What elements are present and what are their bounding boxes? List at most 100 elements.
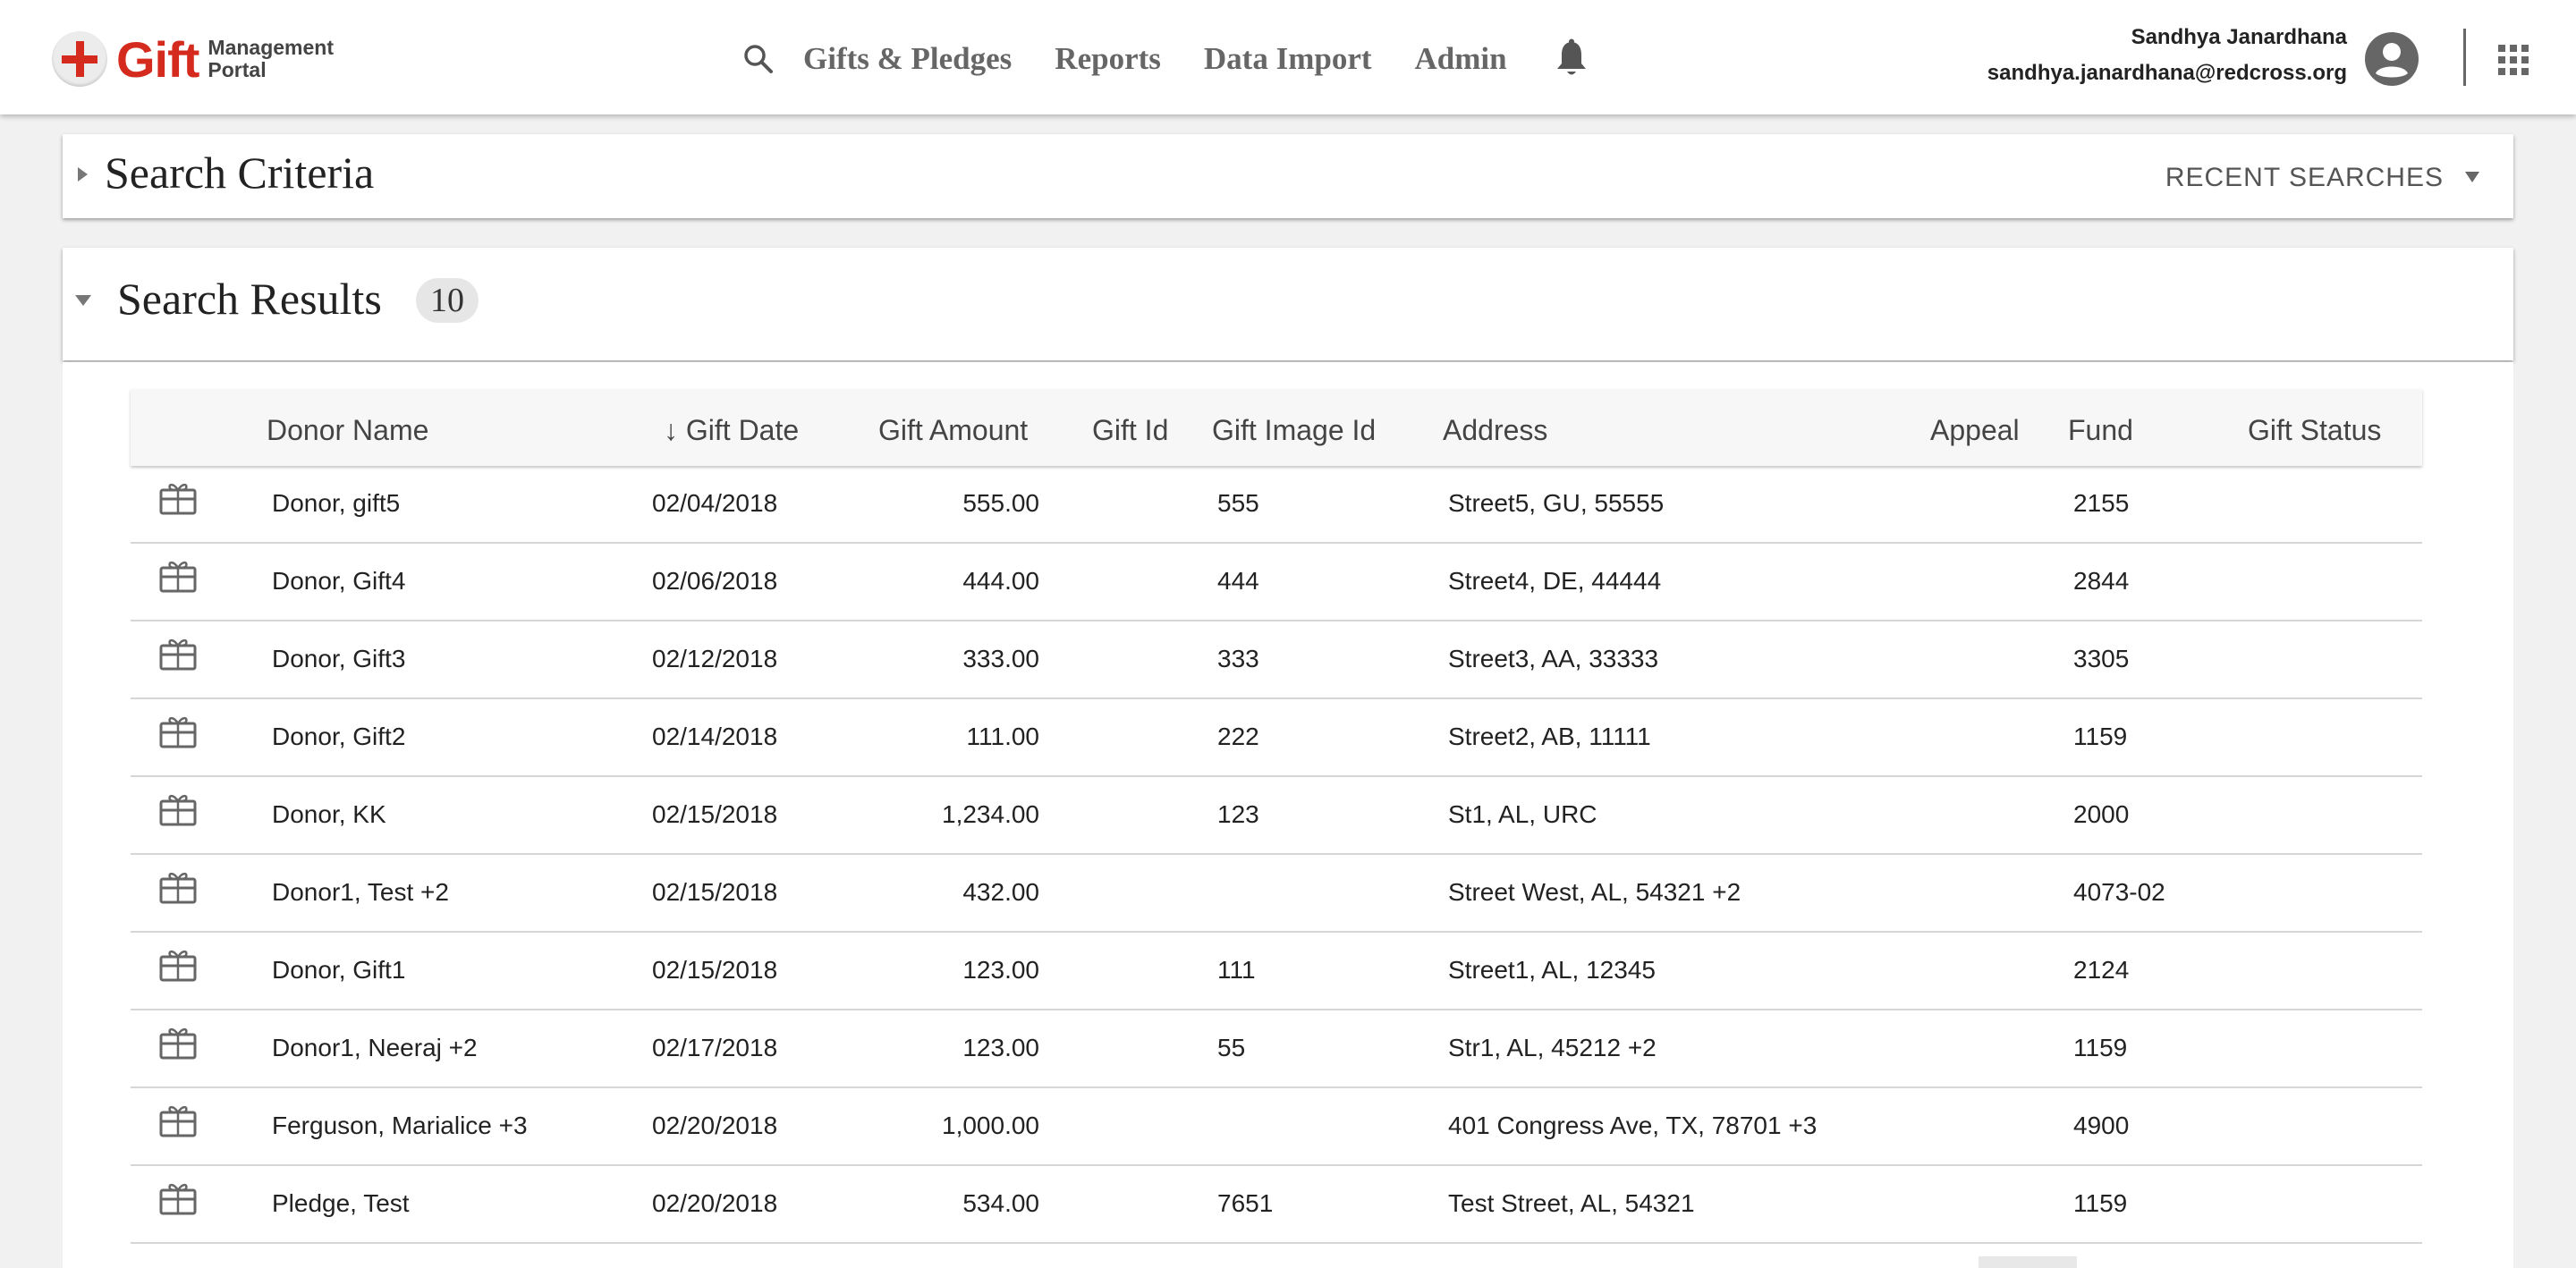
col-appeal[interactable]: Appeal xyxy=(1930,414,2020,447)
cell-gift-image-id: 55 xyxy=(1217,1034,1246,1061)
cell-fund: 1159 xyxy=(2073,1034,2128,1061)
cell-donor-name[interactable]: Donor, Gift1 xyxy=(272,956,405,985)
expand-arrow-icon[interactable] xyxy=(78,167,88,182)
cell-fund: 4900 xyxy=(2073,1112,2130,1139)
gift-icon[interactable] xyxy=(159,792,197,826)
cell-address: Street3, AA, 33333 xyxy=(1448,645,1659,672)
table-row[interactable]: Donor, Gift2 02/14/2018 111.00 222 Street2, … xyxy=(131,699,2422,777)
nav-admin[interactable]: Admin xyxy=(1415,41,1507,77)
avatar-icon[interactable] xyxy=(2365,32,2419,86)
cell-gift-image-id: 123 xyxy=(1217,800,1259,828)
logo-subtitle-line2: Portal xyxy=(208,58,267,81)
gift-icon[interactable] xyxy=(159,481,197,515)
col-gift-amount[interactable]: Gift Amount xyxy=(878,414,1028,447)
bell-icon[interactable] xyxy=(1554,38,1589,80)
table-row[interactable]: Pledge, Test 02/20/2018 534.00 7651 Test Str… xyxy=(131,1166,2422,1244)
col-gift-date[interactable]: ↓ Gift Date xyxy=(664,414,799,447)
cell-address: Street West, AL, 54321 +2 xyxy=(1448,878,1741,906)
col-donor-name[interactable]: Donor Name xyxy=(267,414,428,447)
gift-icon[interactable] xyxy=(159,559,197,593)
cell-gift-amount: 534.00 xyxy=(962,1189,1039,1217)
nav-data-import[interactable]: Data Import xyxy=(1204,41,1372,77)
table-row[interactable]: Donor, Gift1 02/15/2018 123.00 111 Street1, … xyxy=(131,933,2422,1010)
nav-reports[interactable]: Reports xyxy=(1055,41,1161,77)
search-results-title[interactable]: Search Results xyxy=(117,273,382,325)
cell-gift-amount: 123.00 xyxy=(962,956,1039,984)
apps-grid-icon[interactable] xyxy=(2498,45,2529,75)
table-row[interactable]: Donor, Gift4 02/06/2018 444.00 444 Street4, … xyxy=(131,544,2422,621)
search-results-header: Search Results 10 xyxy=(63,248,2513,360)
gift-icon[interactable] xyxy=(159,948,197,982)
cell-address: Test Street, AL, 54321 xyxy=(1448,1189,1695,1217)
search-criteria-title[interactable]: Search Criteria xyxy=(105,147,374,199)
gift-icon[interactable] xyxy=(159,1026,197,1060)
cell-gift-amount: 333.00 xyxy=(962,645,1039,672)
cell-gift-date: 02/04/2018 xyxy=(652,489,778,517)
app-logo[interactable]: Gift Management Portal xyxy=(52,27,334,91)
cell-gift-date: 02/20/2018 xyxy=(652,1189,778,1217)
cell-gift-amount: 444.00 xyxy=(962,567,1039,595)
logo-subtitle: Management Portal xyxy=(208,37,334,81)
nav-gifts-pledges[interactable]: Gifts & Pledges xyxy=(803,41,1012,77)
cell-gift-amount: 111.00 xyxy=(966,723,1039,750)
cell-fund: 1159 xyxy=(2073,723,2128,750)
cell-gift-date: 02/12/2018 xyxy=(652,645,778,672)
cell-gift-date: 02/15/2018 xyxy=(652,956,778,984)
cell-address: St1, AL, URC xyxy=(1448,800,1597,828)
gift-icon[interactable] xyxy=(159,1181,197,1215)
cell-donor-name[interactable]: Donor1, Neeraj +2 xyxy=(272,1034,478,1062)
header-divider xyxy=(2463,29,2466,86)
cell-donor-name[interactable]: Ferguson, Marialice +3 xyxy=(272,1112,528,1140)
cell-address: Street5, GU, 55555 xyxy=(1448,489,1665,517)
table-row[interactable]: Donor1, Neeraj +2 02/17/2018 123.00 55 Str1,… xyxy=(131,1010,2422,1088)
cell-gift-date: 02/17/2018 xyxy=(652,1034,778,1061)
cell-gift-image-id: 555 xyxy=(1217,489,1259,517)
cell-fund: 4073-02 xyxy=(2073,878,2165,906)
col-fund[interactable]: Fund xyxy=(2068,414,2133,447)
collapse-arrow-icon[interactable] xyxy=(75,295,91,306)
cell-gift-amount: 432.00 xyxy=(962,878,1039,906)
cell-address: 401 Congress Ave, TX, 78701 +3 xyxy=(1448,1112,1818,1139)
table-row[interactable]: Ferguson, Marialice +3 02/20/2018 1,000.00… xyxy=(131,1088,2422,1166)
table-row[interactable]: Donor, KK 02/15/2018 1,234.00 123 St1, AL, U… xyxy=(131,777,2422,855)
cell-gift-amount: 1,000.00 xyxy=(942,1112,1039,1139)
cell-donor-name[interactable]: Donor, KK xyxy=(272,800,386,829)
search-icon[interactable] xyxy=(741,41,776,77)
recent-searches-dropdown[interactable]: RECENT SEARCHES xyxy=(2165,163,2444,193)
pagination-control[interactable] xyxy=(1979,1256,2077,1268)
gift-icon[interactable] xyxy=(159,1103,197,1137)
search-criteria-panel: Search Criteria RECENT SEARCHES xyxy=(63,134,2513,218)
cell-fund: 1159 xyxy=(2073,1189,2128,1217)
cell-donor-name[interactable]: Donor, Gift4 xyxy=(272,567,405,596)
gift-icon[interactable] xyxy=(159,637,197,671)
cell-gift-date: 02/14/2018 xyxy=(652,723,778,750)
user-email: sandhya.janardhana@redcross.org xyxy=(1987,61,2347,85)
cell-fund: 2844 xyxy=(2073,567,2130,595)
logo-subtitle-line1: Management xyxy=(208,36,335,59)
cell-donor-name[interactable]: Pledge, Test xyxy=(272,1189,410,1218)
table-row[interactable]: Donor1, Test +2 02/15/2018 432.00 Street We… xyxy=(131,855,2422,933)
cell-donor-name[interactable]: Donor, Gift3 xyxy=(272,645,405,673)
cell-fund: 2000 xyxy=(2073,800,2130,828)
cell-donor-name[interactable]: Donor, gift5 xyxy=(272,489,400,518)
col-address[interactable]: Address xyxy=(1443,414,1547,447)
dropdown-arrow-icon[interactable] xyxy=(2465,172,2479,182)
cell-fund: 2155 xyxy=(2073,489,2130,517)
cell-address: Street1, AL, 12345 xyxy=(1448,956,1656,984)
col-gift-status[interactable]: Gift Status xyxy=(2248,414,2381,447)
gift-icon[interactable] xyxy=(159,714,197,748)
cell-gift-date: 02/15/2018 xyxy=(652,878,778,906)
logo-wordmark: Gift xyxy=(116,30,199,88)
col-gift-image-id[interactable]: Gift Image Id xyxy=(1212,414,1376,447)
cell-gift-date: 02/15/2018 xyxy=(652,800,778,828)
cell-gift-date: 02/20/2018 xyxy=(652,1112,778,1139)
cell-donor-name[interactable]: Donor1, Test +2 xyxy=(272,878,449,907)
gift-icon[interactable] xyxy=(159,870,197,904)
results-table: Donor Name ↓ Gift Date Gift Amount Gift … xyxy=(131,389,2422,1244)
cell-donor-name[interactable]: Donor, Gift2 xyxy=(272,723,405,751)
table-row[interactable]: Donor, gift5 02/04/2018 555.00 555 Street5, … xyxy=(131,466,2422,544)
cell-fund: 3305 xyxy=(2073,645,2130,672)
col-gift-id[interactable]: Gift Id xyxy=(1092,414,1168,447)
table-row[interactable]: Donor, Gift3 02/12/2018 333.00 333 Street3, … xyxy=(131,621,2422,699)
cell-gift-image-id: 111 xyxy=(1217,956,1256,984)
